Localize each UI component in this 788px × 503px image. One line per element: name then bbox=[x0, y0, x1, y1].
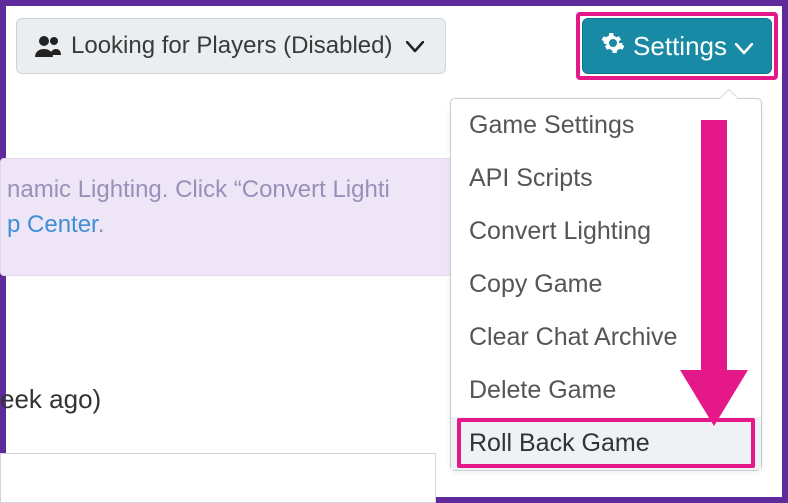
menu-item-label: Roll Back Game bbox=[469, 429, 650, 457]
settings-dropdown: Game Settings API Scripts Convert Lighti… bbox=[450, 98, 762, 471]
settings-label: Settings bbox=[633, 31, 727, 62]
help-center-link[interactable]: p Center bbox=[7, 211, 98, 238]
gear-icon bbox=[601, 31, 625, 62]
info-banner: namic Lighting. Click “Convert Lighti p … bbox=[0, 158, 460, 276]
looking-for-players-button[interactable]: Looking for Players (Disabled) bbox=[16, 18, 446, 74]
menu-item-label: API Scripts bbox=[469, 164, 593, 192]
chevron-down-icon bbox=[735, 31, 753, 62]
last-played-text: eek ago) bbox=[0, 384, 101, 415]
screenshot-frame: Looking for Players (Disabled) Settings bbox=[0, 0, 788, 503]
lfp-label: Looking for Players (Disabled) bbox=[71, 32, 392, 60]
menu-item-label: Convert Lighting bbox=[469, 217, 651, 245]
content-box bbox=[0, 453, 436, 503]
menu-item-clear-chat-archive[interactable]: Clear Chat Archive bbox=[451, 311, 761, 364]
top-bar: Looking for Players (Disabled) Settings bbox=[16, 16, 772, 76]
people-icon bbox=[35, 35, 61, 57]
banner-period: . bbox=[98, 211, 105, 238]
settings-button[interactable]: Settings bbox=[582, 18, 772, 74]
menu-item-convert-lighting[interactable]: Convert Lighting bbox=[451, 205, 761, 258]
menu-item-label: Clear Chat Archive bbox=[469, 323, 677, 351]
menu-item-label: Game Settings bbox=[469, 111, 634, 139]
menu-item-label: Copy Game bbox=[469, 270, 602, 298]
menu-item-copy-game[interactable]: Copy Game bbox=[451, 258, 761, 311]
menu-item-game-settings[interactable]: Game Settings bbox=[451, 99, 761, 152]
menu-item-roll-back-game[interactable]: Roll Back Game bbox=[451, 417, 761, 470]
menu-item-label: Delete Game bbox=[469, 376, 616, 404]
menu-item-api-scripts[interactable]: API Scripts bbox=[451, 152, 761, 205]
banner-text-fragment: namic Lighting. Click “Convert Lighti bbox=[7, 176, 390, 203]
menu-item-delete-game[interactable]: Delete Game bbox=[451, 364, 761, 417]
settings-button-wrap: Settings bbox=[582, 18, 772, 74]
chevron-down-icon bbox=[406, 32, 424, 60]
